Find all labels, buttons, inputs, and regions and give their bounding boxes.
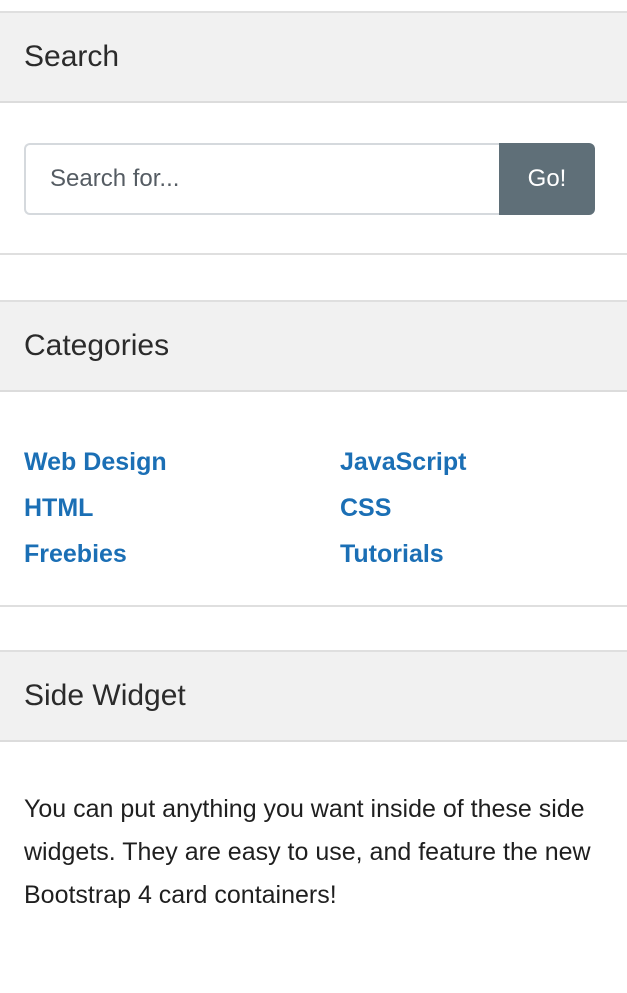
categories-left-column: Web Design HTML Freebies bbox=[24, 439, 340, 577]
search-input[interactable] bbox=[24, 143, 499, 215]
category-item: HTML bbox=[24, 485, 340, 531]
go-button[interactable]: Go! bbox=[499, 143, 595, 215]
sidebar: Search Go! Categories Web Design HTML Fr… bbox=[0, 0, 627, 993]
category-link-javascript[interactable]: JavaScript bbox=[340, 448, 466, 476]
category-item: Web Design bbox=[24, 439, 340, 485]
side-widget-card: Side Widget You can put anything you wan… bbox=[0, 650, 627, 993]
category-link-html[interactable]: HTML bbox=[24, 494, 93, 522]
side-widget-text: You can put anything you want inside of … bbox=[24, 795, 591, 909]
categories-card: Categories Web Design HTML Freebies Java… bbox=[0, 300, 627, 607]
category-item: Freebies bbox=[24, 531, 340, 577]
search-card: Search Go! bbox=[0, 11, 627, 255]
category-link-tutorials[interactable]: Tutorials bbox=[340, 540, 444, 568]
category-link-freebies[interactable]: Freebies bbox=[24, 540, 127, 568]
side-widget-card-header: Side Widget bbox=[0, 652, 627, 742]
category-item: JavaScript bbox=[340, 439, 627, 485]
category-item: Tutorials bbox=[340, 531, 627, 577]
categories-card-header: Categories bbox=[0, 302, 627, 392]
category-item: CSS bbox=[340, 485, 627, 531]
category-link-web-design[interactable]: Web Design bbox=[24, 448, 167, 476]
categories-right-column: JavaScript CSS Tutorials bbox=[340, 439, 627, 577]
search-group: Go! bbox=[24, 143, 595, 215]
search-card-header: Search bbox=[0, 13, 627, 103]
category-link-css[interactable]: CSS bbox=[340, 494, 391, 522]
categories-columns: Web Design HTML Freebies JavaScript CSS … bbox=[24, 439, 627, 577]
